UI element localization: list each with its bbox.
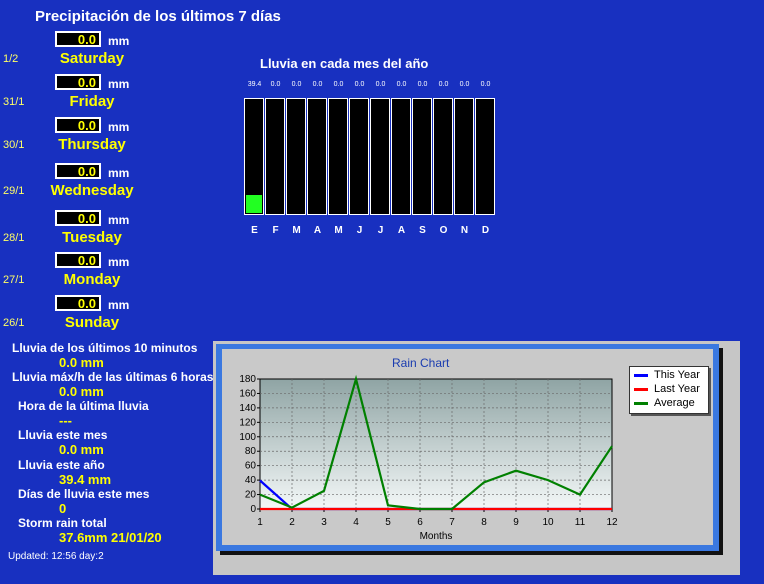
- legend-swatch-this-year: [634, 373, 648, 377]
- legend-label-average: Average: [654, 397, 695, 409]
- x-tick-label: 12: [606, 517, 618, 528]
- x-tick-label: 4: [353, 517, 359, 528]
- x-tick-label: 2: [289, 517, 295, 528]
- plot-area: [259, 378, 613, 510]
- y-tick-label: 160: [239, 388, 256, 399]
- y-tick-label: 40: [245, 475, 257, 486]
- y-tick-label: 100: [239, 432, 256, 443]
- legend-swatch-average: [634, 401, 648, 405]
- legend-label-last-year: Last Year: [654, 383, 700, 395]
- legend-swatch-last-year: [634, 387, 648, 391]
- y-tick-label: 80: [245, 446, 257, 457]
- legend-item-average: Average: [634, 397, 695, 409]
- x-tick-label: 6: [417, 517, 423, 528]
- x-tick-label: 8: [481, 517, 487, 528]
- x-tick-label: 10: [542, 517, 554, 528]
- rain-chart-legend: This Year Last Year Average: [629, 366, 709, 414]
- y-tick-label: 20: [245, 490, 257, 501]
- legend-item-this-year: This Year: [634, 369, 700, 381]
- x-tick-label: 9: [513, 517, 519, 528]
- x-tick-label: 1: [257, 517, 263, 528]
- y-tick-label: 140: [239, 403, 256, 414]
- y-tick-label: 60: [245, 461, 257, 472]
- x-tick-label: 11: [575, 517, 586, 528]
- y-tick-label: 180: [239, 374, 256, 385]
- rain-chart: 0204060801001201401601801 2 3 4 5 6 7 8 9 10 11 12M…: [239, 374, 618, 542]
- x-tick-label: 3: [321, 517, 327, 528]
- legend-label-this-year: This Year: [654, 369, 700, 381]
- x-tick-label: 7: [449, 517, 455, 528]
- x-tick-label: 5: [385, 517, 391, 528]
- y-tick-label: 120: [239, 417, 256, 428]
- y-tick-label: 0: [250, 504, 256, 515]
- legend-item-last-year: Last Year: [634, 383, 700, 395]
- x-axis-label: Months: [420, 531, 453, 542]
